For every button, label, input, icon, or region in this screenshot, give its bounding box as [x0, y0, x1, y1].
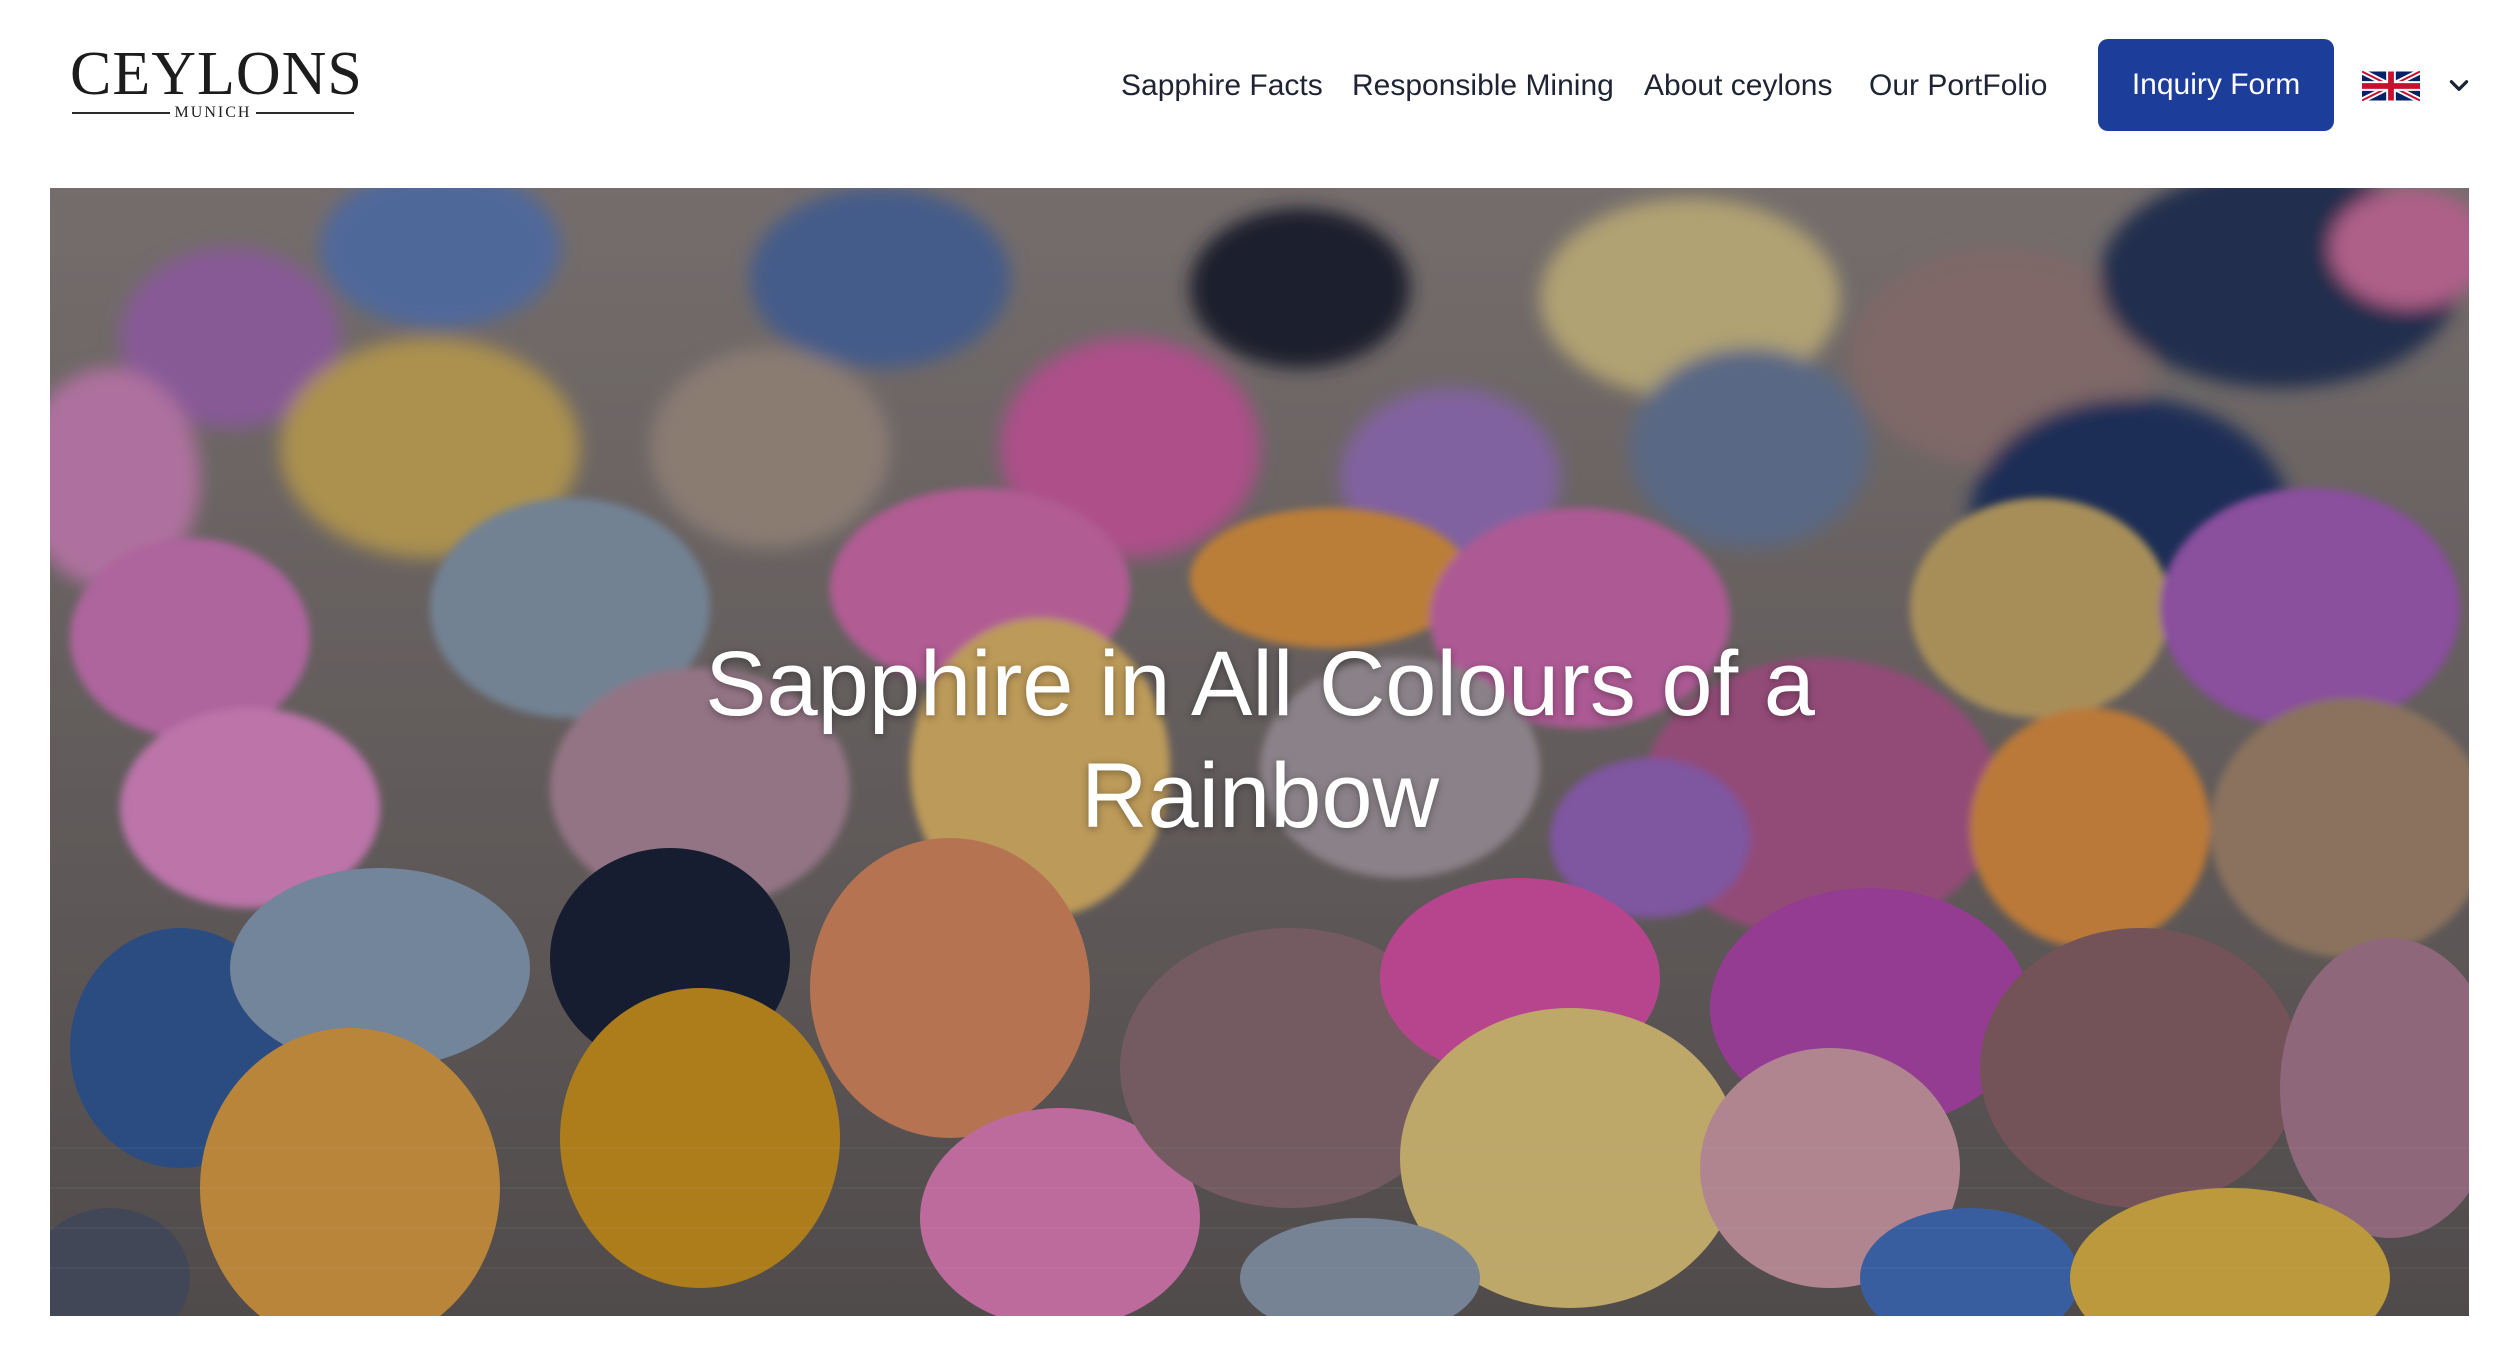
- site-header: CEYLONS MUNICH Sapphire Facts Responsibl…: [0, 0, 2514, 186]
- nav-item-sapphire-facts[interactable]: Sapphire Facts: [1121, 62, 1323, 110]
- brand-logo[interactable]: CEYLONS MUNICH: [70, 40, 363, 124]
- nav-item-our-portfolio[interactable]: Our PortFolio: [1869, 62, 2047, 110]
- nav-item-about-ceylons[interactable]: About ceylons: [1644, 62, 1832, 110]
- brand-name: CEYLONS: [70, 40, 363, 108]
- nav-item-responsible-mining[interactable]: Responsible Mining: [1352, 62, 1614, 110]
- hero-title: Sapphire in All Colours of a Rainbow: [705, 633, 1815, 847]
- inquiry-form-button[interactable]: Inquiry Form: [2098, 39, 2334, 131]
- uk-flag-icon[interactable]: [2362, 71, 2420, 101]
- hero-banner: Sapphire in All Colours of a Rainbow: [50, 188, 2469, 1316]
- logo-divider-right: [256, 112, 354, 114]
- chevron-down-icon[interactable]: [2446, 72, 2472, 98]
